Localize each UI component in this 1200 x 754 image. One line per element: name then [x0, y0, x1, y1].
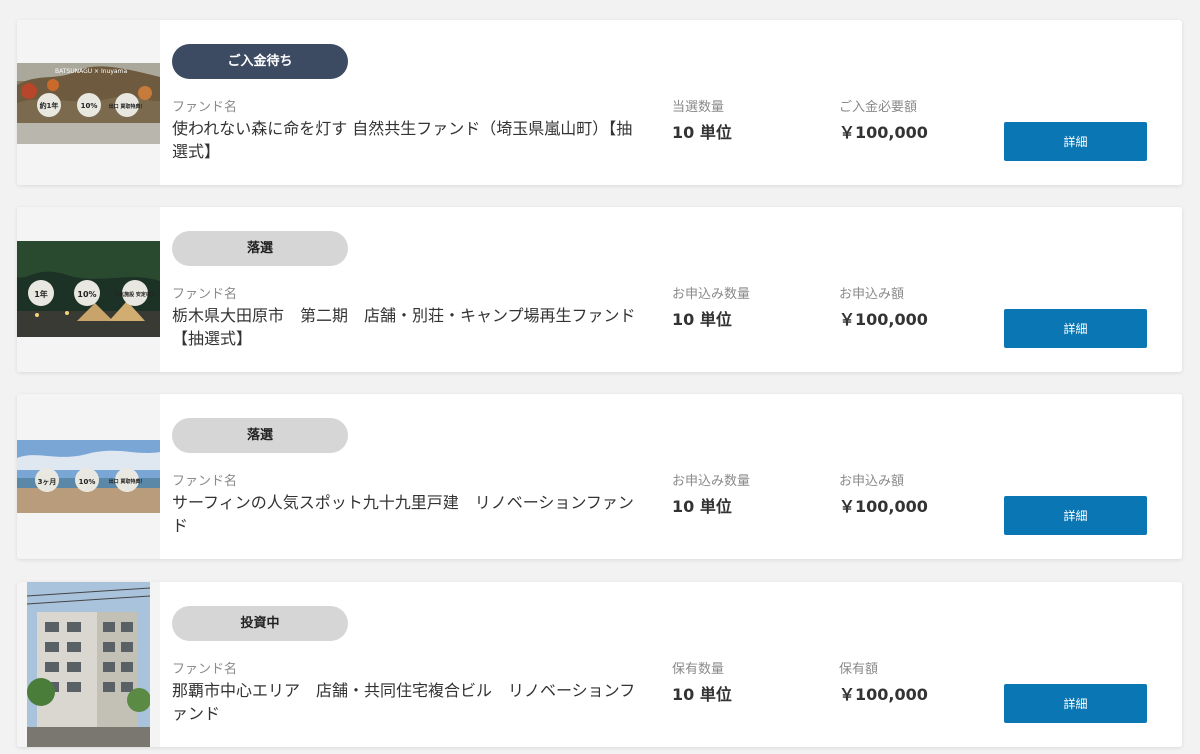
- fund-name: 栃木県大田原市 第二期 店舗・別荘・キャンプ場再生ファンド【抽選式】: [172, 306, 636, 348]
- quantity-label: お申込み数量: [672, 287, 751, 302]
- thumbnail-column: 3ヶ月 10% 出口 買取特典！: [17, 394, 160, 559]
- thumb-bubble-text: 3ヶ月: [38, 478, 57, 486]
- fund-name-label: ファンド名: [172, 474, 238, 489]
- thumb-bubble-text: 人気施設 安定収入: [113, 291, 156, 298]
- fund-thumbnail-beach[interactable]: 3ヶ月 10% 出口 買取特典！: [17, 440, 160, 513]
- fund-name: 使われない森に命を灯す 自然共生ファンド（埼玉県嵐山町）【抽選式】: [172, 119, 633, 161]
- status-badge: 投資中: [172, 606, 348, 641]
- fund-name-label: ファンド名: [172, 662, 238, 677]
- fund-name: 那覇市中心エリア 店舗・共同住宅複合ビル リノベーションファンド: [172, 681, 636, 723]
- amount-label: お申込み額: [839, 287, 905, 302]
- thumb-bubble-text: 1年: [34, 289, 48, 299]
- thumbnail-column: [17, 582, 160, 747]
- amount-value: ￥100,000: [839, 685, 928, 704]
- quantity-label: 保有数量: [672, 662, 725, 677]
- amount-value: ￥100,000: [839, 310, 928, 329]
- fund-thumbnail-campsite[interactable]: 1年 10% 人気施設 安定収入: [17, 241, 160, 337]
- quantity-value: 10 単位: [672, 123, 732, 142]
- quantity-value: 10 単位: [672, 310, 732, 329]
- fund-card: 3ヶ月 10% 出口 買取特典！ 落選 ファンド名 サーフィンの人気スポット九十…: [17, 394, 1182, 559]
- amount-value: ￥100,000: [839, 497, 928, 516]
- fund-card: 1年 10% 人気施設 安定収入 落選 ファンド名 栃木県大田原市 第二期 店舗…: [17, 207, 1182, 372]
- fund-thumbnail-building[interactable]: [27, 582, 150, 747]
- amount-label: お申込み額: [839, 474, 905, 489]
- thumb-caption-text: BATSUNAGU × Inuyama: [55, 68, 127, 75]
- detail-button[interactable]: 詳細: [1004, 309, 1147, 348]
- detail-button[interactable]: 詳細: [1004, 684, 1147, 723]
- status-badge: 落選: [172, 418, 348, 453]
- status-badge: ご入金待ち: [172, 44, 348, 79]
- quantity-value: 10 単位: [672, 497, 732, 516]
- amount-label: ご入金必要額: [839, 100, 918, 115]
- quantity-label: 当選数量: [672, 100, 725, 115]
- thumb-bubble-text: 出口 買取特典！: [109, 103, 146, 110]
- quantity-value: 10 単位: [672, 685, 732, 704]
- fund-card: 投資中 ファンド名 那覇市中心エリア 店舗・共同住宅複合ビル リノベーションファ…: [17, 582, 1182, 747]
- fund-name-label: ファンド名: [172, 287, 238, 302]
- amount-value: ￥100,000: [839, 123, 928, 142]
- amount-label: 保有額: [839, 662, 879, 677]
- thumb-bubble-text: 10%: [79, 478, 96, 486]
- fund-thumbnail-forest[interactable]: BATSUNAGU × Inuyama 約1年 10% 出口 買取特典！: [17, 63, 160, 144]
- thumb-bubble-text: 10%: [81, 102, 98, 110]
- thumb-bubble-text: 10%: [77, 290, 96, 299]
- fund-list: BATSUNAGU × Inuyama 約1年 10% 出口 買取特典！ ご入金…: [0, 0, 1200, 754]
- detail-button[interactable]: 詳細: [1004, 496, 1147, 535]
- thumb-bubble-text: 約1年: [40, 101, 59, 110]
- fund-name-label: ファンド名: [172, 100, 238, 115]
- quantity-label: お申込み数量: [672, 474, 751, 489]
- thumbnail-column: 1年 10% 人気施設 安定収入: [17, 207, 160, 372]
- detail-button[interactable]: 詳細: [1004, 122, 1147, 161]
- status-badge: 落選: [172, 231, 348, 266]
- fund-name: サーフィンの人気スポット九十九里戸建 リノベーションファンド: [172, 493, 634, 535]
- thumb-bubble-text: 出口 買取特典！: [109, 478, 146, 485]
- fund-card: BATSUNAGU × Inuyama 約1年 10% 出口 買取特典！ ご入金…: [17, 20, 1182, 185]
- thumbnail-column: BATSUNAGU × Inuyama 約1年 10% 出口 買取特典！: [17, 20, 160, 185]
